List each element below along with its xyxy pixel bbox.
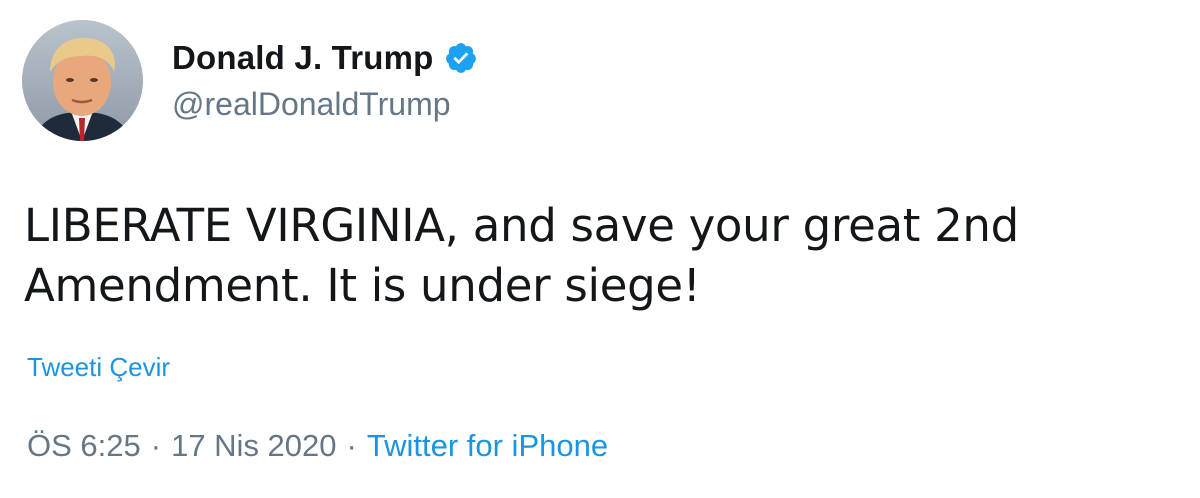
tweet-source-link[interactable]: Twitter for iPhone [367, 428, 608, 464]
avatar-image [22, 20, 143, 141]
tweet-meta: ÖS 6:25 · 17 Nis 2020 · Twitter for iPho… [27, 428, 608, 464]
display-name[interactable]: Donald J. Trump [172, 39, 434, 77]
avatar[interactable] [22, 20, 143, 141]
tweet-text-line-1: LIBERATE VIRGINIA, and save your great 2… [24, 199, 1019, 252]
tweet-text-line-2: Amendment. It is under siege! [24, 259, 701, 312]
verified-badge-icon [444, 41, 478, 75]
user-handle[interactable]: @realDonaldTrump [172, 86, 451, 123]
meta-separator: · [346, 428, 357, 463]
user-name-row: Donald J. Trump [172, 38, 478, 78]
meta-separator: · [150, 428, 162, 463]
tweet-date[interactable]: 17 Nis 2020 [171, 428, 336, 464]
translate-tweet-link[interactable]: Tweeti Çevir [27, 352, 170, 383]
tweet-card: Donald J. Trump @realDonaldTrump LIBERAT… [0, 0, 1200, 498]
tweet-time[interactable]: ÖS 6:25 [27, 428, 141, 464]
tweet-text: LIBERATE VIRGINIA, and save your great 2… [24, 196, 1184, 316]
